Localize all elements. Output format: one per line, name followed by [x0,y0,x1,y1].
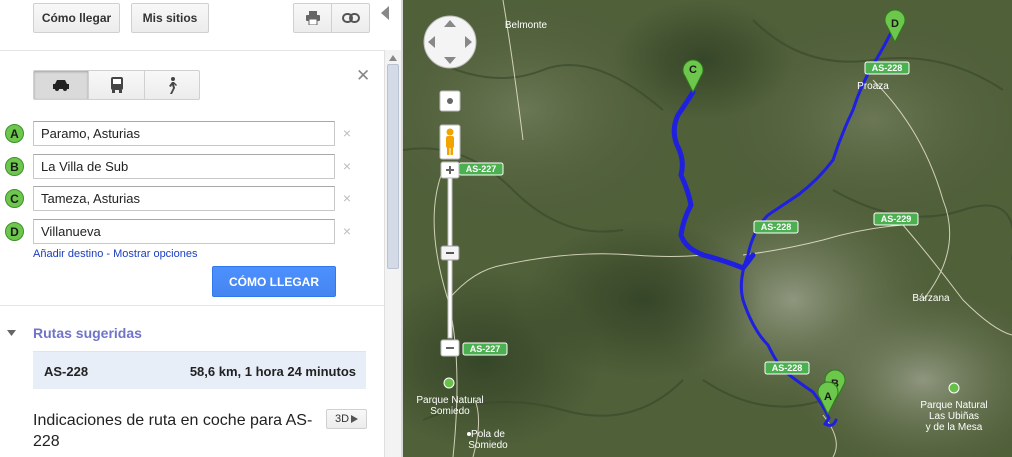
link-button[interactable] [331,3,370,33]
waypoint-c-input[interactable] [33,186,335,211]
directions-button[interactable]: Cómo llegar [33,3,120,33]
park-icon-ubinas [948,382,960,394]
remove-waypoint-c-icon[interactable]: × [341,191,353,205]
place-label-belmonte: Belmonte [505,20,548,31]
my-places-button[interactable]: Mis sitios [131,3,209,33]
road-shield-as228-top: AS-228 [864,61,910,75]
pan-control[interactable] [423,15,477,69]
waypoint-c-marker: C [5,189,24,208]
as228-bottom-label: AS-228 [772,363,803,373]
collapse-arrow-icon[interactable] [7,330,16,336]
route-option[interactable]: AS-228 58,6 km, 1 hora 24 minutos [33,351,366,389]
driving-directions-title: Indicaciones de ruta en coche para AS-22… [33,412,313,450]
road-shield-as229: AS-229 [873,212,919,226]
place-label-parque-ubinas-2: Las Ubiñas [929,411,979,422]
show-options-link[interactable]: Mostrar opciones [113,248,197,260]
waypoint-d-marker: D [5,222,24,241]
waypoint-a-input[interactable] [33,121,335,146]
print-icon [305,11,320,25]
panel-scrollbar[interactable] [384,50,401,457]
suggested-routes-header: Rutas sugeridas [33,325,142,341]
3d-button[interactable]: 3D [326,409,367,429]
waypoint-b-input[interactable] [33,154,335,179]
mode-walk-tab[interactable] [144,70,200,100]
print-button[interactable] [293,3,332,33]
waypoint-b-marker: B [5,157,24,176]
walking-icon [169,76,177,94]
map-marker-c-label: C [689,64,697,76]
get-directions-button[interactable]: CÓMO LLEGAR [212,266,336,297]
add-destination-link[interactable]: Añadir destino [33,248,103,260]
place-label-pola-2: Somiedo [468,440,508,451]
waypoint-d-input[interactable] [33,219,335,244]
road-shield-as228-mid: AS-228 [753,220,799,234]
remove-waypoint-b-icon[interactable]: × [341,159,353,173]
place-label-barzana: Bárzana [912,293,950,304]
collapse-panel-icon[interactable] [381,6,389,20]
map-view[interactable]: AS-228 AS-227 AS-228 AS-229 AS-227 AS-22… [403,0,1012,457]
route-summary: 58,6 km, 1 hora 24 minutos [189,364,356,379]
road-shield-as228-bottom: AS-228 [764,361,810,375]
place-label-proaza: Proaza [857,81,889,92]
panel-divider [0,50,384,51]
route-name: AS-228 [44,364,89,379]
remove-waypoint-a-icon[interactable]: × [341,126,353,140]
directions-panel: Cómo llegar Mis sitios ✕ A × B × C × D ×… [0,0,384,457]
remove-waypoint-d-icon[interactable]: × [341,224,353,238]
link-separator: - [103,248,114,260]
link-icon [341,13,360,23]
close-icon[interactable]: ✕ [356,66,370,86]
place-label-pola-1: Pola de [471,429,505,440]
waypoint-a-marker: A [5,124,24,143]
place-label-parque-ubinas-3: y de la Mesa [926,422,983,433]
mode-transit-tab[interactable] [88,70,145,100]
car-icon [53,80,69,91]
waypoint-options-links: Añadir destino - Mostrar opciones [33,248,197,260]
map-marker-d-label: D [891,18,899,30]
scrollbar-thumb[interactable] [387,64,399,269]
as227-b-label: AS-227 [470,344,501,354]
as228-top-label: AS-228 [872,63,903,73]
place-label-parque-ubinas-1: Parque Natural [920,400,987,411]
scroll-up-arrow-icon[interactable] [389,55,397,61]
place-label-parque-somiedo-1: Parque Natural [416,395,483,406]
reset-view-icon [447,98,453,104]
play-arrow-icon [351,415,359,423]
as227-a-label: AS-227 [466,164,497,174]
road-shield-as227-b: AS-227 [462,342,508,356]
map-marker-a-label: A [824,391,832,403]
as229-label: AS-229 [881,214,912,224]
as228-mid-label: AS-228 [761,222,792,232]
section-divider [0,305,384,306]
3d-button-label: 3D [334,413,350,425]
road-shield-as227-a: AS-227 [458,162,504,176]
park-icon-somiedo [443,377,455,389]
terrain-map[interactable]: AS-228 AS-227 AS-228 AS-229 AS-227 AS-22… [403,0,1012,457]
place-label-parque-somiedo-2: Somiedo [430,406,470,417]
bus-icon [110,77,123,93]
mode-car-tab[interactable] [33,70,89,100]
